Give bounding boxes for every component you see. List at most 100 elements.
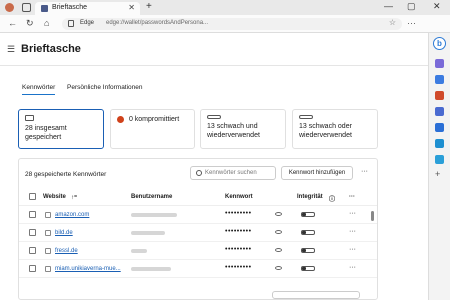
row-more-icon[interactable]: ··· [349,264,356,271]
tab-personal-info[interactable]: Persönliche Informationen [67,84,143,91]
site-favicon [45,212,51,218]
header-more-icon[interactable]: ··· [349,194,355,200]
page-title: Brieftasche [21,43,81,55]
tab-actions-icon[interactable] [22,3,31,12]
card-weak-and-reused[interactable]: 13 schwach und wiederverwendet [200,109,286,149]
row-more-icon[interactable]: ··· [349,246,356,253]
copilot-icon[interactable]: b [433,37,446,50]
row-checkbox[interactable] [29,265,36,272]
strength-bar-icon [301,212,315,217]
row-checkbox[interactable] [29,229,36,236]
table-row[interactable]: miam.unikiaverna-mue... ••••••••• ··· [19,260,377,278]
bottom-partial-control [272,291,360,299]
close-tab-icon[interactable]: ✕ [128,3,135,12]
browser-tab[interactable]: Brieftasche ✕ [35,2,140,15]
strength-bar-icon [299,115,313,119]
show-password-eye-icon[interactable] [275,230,282,234]
card-weak-or-reused-label: 13 schwach oder wiederverwendet [299,123,352,139]
tools-icon[interactable] [435,91,444,100]
divider [0,65,428,66]
col-username: Benutzername [131,194,173,200]
profile-avatar[interactable] [5,3,14,12]
info-icon[interactable]: ⓘ [329,194,335,203]
scrollbar-thumb[interactable] [371,211,374,221]
password-value: ••••••••• [225,210,252,217]
url-text[interactable]: edge://wallet/passwordsAndPersona... [106,20,208,26]
username-value [131,267,171,271]
col-password: Kennwort [225,194,253,200]
username-value [131,249,147,253]
search-placeholder: Kennwörter suchen [205,170,257,176]
edge-sidebar: b + [428,33,450,300]
username-value [131,213,177,217]
strength-bar-icon [301,230,315,235]
search-icon[interactable] [435,59,444,68]
menu-icon[interactable]: ☰ [7,44,15,55]
site-link[interactable]: fressl.de [55,248,78,254]
site-favicon [45,230,51,236]
card-total-saved[interactable]: 28 insgesamt gespeichert [18,109,104,149]
show-password-eye-icon[interactable] [275,212,282,216]
username-value [131,231,165,235]
site-favicon [45,266,51,272]
shopping-icon[interactable] [435,75,444,84]
home-button[interactable]: ⌂ [44,18,49,28]
row-more-icon[interactable]: ··· [349,228,356,235]
password-value: ••••••••• [225,228,252,235]
strength-bar-icon [207,115,221,119]
microsoft365-icon[interactable] [435,123,444,132]
tab-passwords[interactable]: Kennwörter [22,84,56,95]
address-toolbar: ← ↻ ⌂ Edge edge://wallet/passwordsAndPer… [0,15,450,33]
add-password-button[interactable]: Kennwort hinzufügen [281,166,353,180]
row-more-icon[interactable]: ··· [349,210,356,217]
address-bar[interactable]: Edge edge://wallet/passwordsAndPersona..… [62,18,402,30]
list-title: 28 gespeicherte Kennwörter [25,171,107,178]
tab-title: Brieftasche [52,4,88,11]
title-bar: Brieftasche ✕ + — ▢ ✕ [0,0,450,15]
show-password-eye-icon[interactable] [275,248,282,252]
refresh-button[interactable]: ↻ [26,18,34,29]
row-checkbox[interactable] [29,247,36,254]
table-row[interactable]: amazon.com ••••••••• ··· [19,206,377,224]
list-more-icon[interactable]: ··· [361,168,368,175]
password-value: ••••••••• [225,264,252,271]
edge-label: Edge [80,20,95,26]
table-row[interactable]: bild.de ••••••••• ··· [19,224,377,242]
row-checkbox[interactable] [29,211,36,218]
settings-more-icon[interactable]: ··· [407,18,416,28]
card-weak-and-reused-label: 13 schwach und wiederverwendet [207,123,260,139]
add-icon[interactable]: + [435,169,444,179]
favorite-star-icon[interactable]: ☆ [389,18,396,27]
new-tab-button[interactable]: + [146,1,152,12]
strength-bar-icon [301,248,315,253]
wallet-tab-icon [41,5,48,12]
col-health: Integrität [297,194,323,200]
back-button[interactable]: ← [8,18,17,28]
games-icon[interactable] [435,107,444,116]
select-all-checkbox[interactable] [29,193,36,200]
search-icon [196,170,202,176]
key-card-icon [25,115,34,121]
site-link[interactable]: amazon.com [55,212,89,218]
col-website[interactable]: Website [43,194,66,200]
card-compromised[interactable]: 0 kompromittiert [110,109,195,149]
table-row[interactable]: fressl.de ••••••••• ··· [19,242,377,260]
drop-icon[interactable] [435,155,444,164]
site-link[interactable]: miam.unikiaverna-mue... [55,266,121,272]
outlook-icon[interactable] [435,139,444,148]
search-input[interactable]: Kennwörter suchen [190,166,276,180]
lock-icon [68,20,74,27]
card-compromised-label: 0 kompromittiert [128,116,180,123]
minimize-button[interactable]: — [384,1,393,11]
maximize-button[interactable]: ▢ [407,1,416,12]
show-password-eye-icon[interactable] [275,266,282,270]
password-list: 28 gespeicherte Kennwörter Kennwörter su… [18,158,378,300]
sort-icon[interactable]: ↑⁼ [71,194,77,201]
close-window-button[interactable]: ✕ [433,1,441,12]
strength-bar-icon [301,266,315,271]
wallet-page: ☰ Brieftasche Kennwörter Persönliche Inf… [0,33,428,300]
warning-icon [117,115,124,123]
site-link[interactable]: bild.de [55,230,73,236]
table-header: Website ↑⁼ Benutzername Kennwort Integri… [19,188,377,206]
card-weak-or-reused[interactable]: 13 schwach oder wiederverwendet [292,109,378,149]
